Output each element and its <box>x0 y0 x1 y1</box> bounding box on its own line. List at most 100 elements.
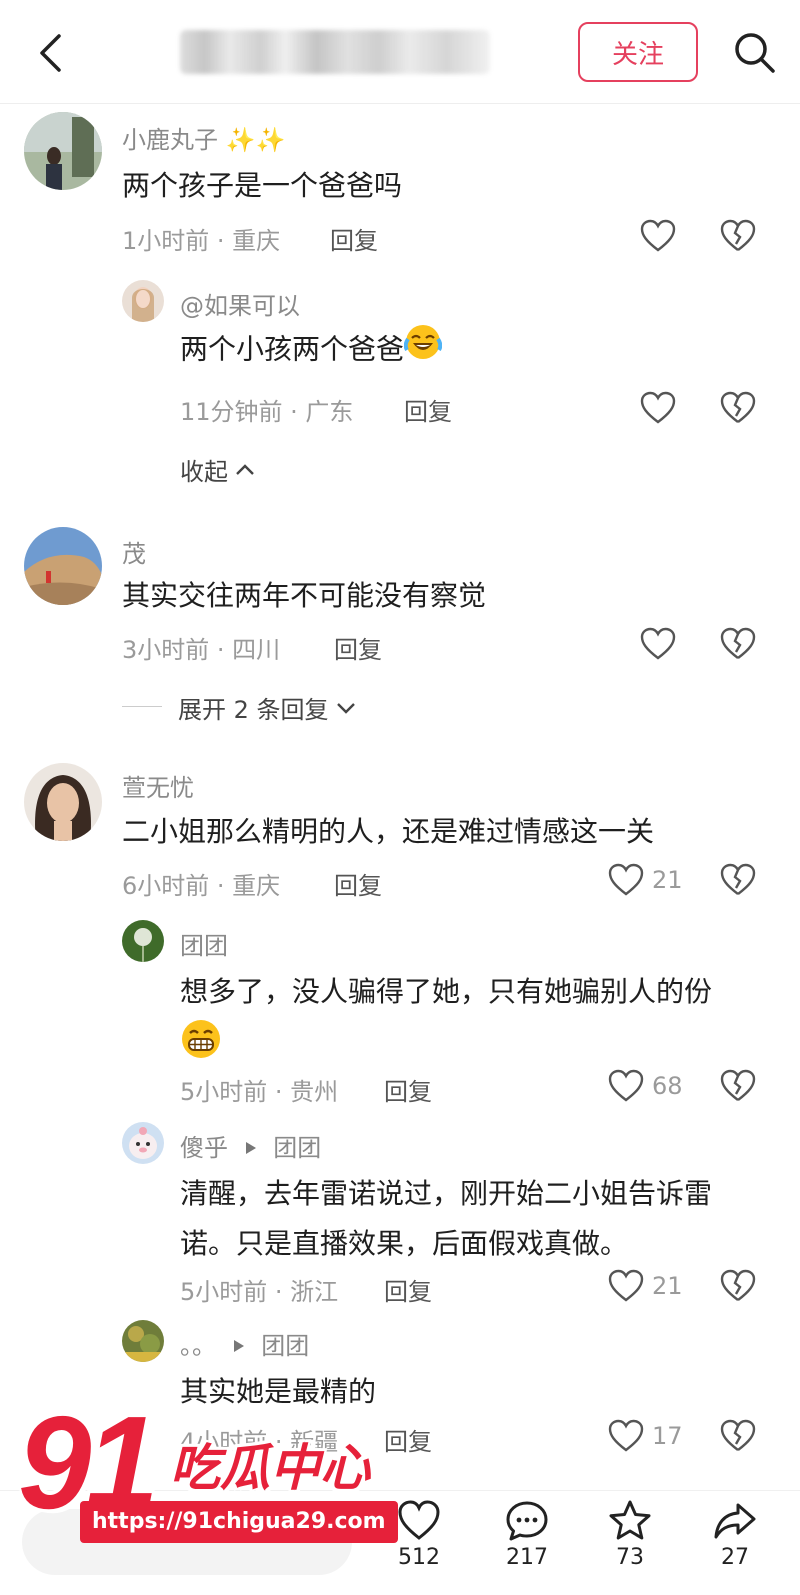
comment-username[interactable]: 茂 <box>122 534 146 569</box>
heart-icon <box>608 1269 644 1302</box>
reply-author[interactable]: 傻乎 <box>180 1134 228 1162</box>
laughing-crying-emoji <box>403 323 443 378</box>
comments-button[interactable]: 217 <box>492 1499 562 1570</box>
reply-button[interactable]: 回复 <box>384 1072 432 1107</box>
like-button[interactable]: 21 <box>608 1266 683 1306</box>
reply-username: 。。 团团 <box>180 1326 309 1361</box>
like-count: 68 <box>652 1072 683 1100</box>
broken-heart-icon <box>720 1269 756 1301</box>
dislike-button[interactable] <box>720 218 756 254</box>
like-count: 17 <box>652 1422 683 1450</box>
like-count: 21 <box>652 866 683 894</box>
search-button[interactable] <box>732 30 778 76</box>
reply-username[interactable]: 团团 <box>180 926 228 961</box>
comment-text: 两个孩子是一个爸爸吗 <box>122 169 403 202</box>
reply-button[interactable]: 回复 <box>330 221 378 256</box>
reply-text-line-2: 诺。只是直播效果，后面假戏真做。 <box>180 1227 629 1260</box>
dislike-button[interactable] <box>720 1268 756 1304</box>
reply-button[interactable]: 回复 <box>334 630 382 665</box>
comment-meta: 6小时前 · 重庆 <box>122 872 281 900</box>
blurred-account-title <box>180 30 490 74</box>
reply-target[interactable]: 团团 <box>273 1134 321 1162</box>
reply-button[interactable]: 回复 <box>384 1272 432 1307</box>
star-icon <box>609 1500 651 1540</box>
back-button[interactable] <box>30 28 70 78</box>
like-count: 21 <box>652 1272 683 1300</box>
comment-text: 二小姐那么精明的人，还是难过情感这一关 <box>122 815 655 848</box>
broken-heart-icon <box>720 863 756 895</box>
broken-heart-icon <box>720 1069 756 1101</box>
avatar[interactable] <box>24 527 102 605</box>
share-button[interactable]: 27 <box>700 1499 770 1570</box>
avatar[interactable] <box>122 920 164 962</box>
reply-username[interactable]: @如果可以 <box>180 286 300 321</box>
like-button[interactable]: 68 <box>608 1066 683 1106</box>
reply-meta: 11分钟前 · 广东 <box>180 398 354 426</box>
like-button[interactable]: 21 <box>608 860 683 900</box>
broken-heart-icon <box>720 219 756 251</box>
heart-icon <box>608 1419 644 1452</box>
grinning-emoji <box>180 1018 222 1064</box>
avatar[interactable] <box>24 112 102 190</box>
favorite-count: 73 <box>616 1545 644 1570</box>
share-count: 27 <box>721 1545 749 1570</box>
reply-button[interactable]: 回复 <box>404 392 452 427</box>
expand-divider <box>122 706 162 707</box>
reply-meta: 5小时前 · 浙江 <box>180 1278 339 1306</box>
comment-meta: 1小时前 · 重庆 <box>122 227 281 255</box>
avatar[interactable] <box>24 763 102 841</box>
avatar[interactable] <box>122 280 164 322</box>
expand-label: 展开 2 条回复 <box>178 696 329 724</box>
broken-heart-icon <box>720 1419 756 1451</box>
follow-button[interactable]: 关注 <box>578 22 698 82</box>
comment-meta: 3小时前 · 四川 <box>122 636 281 664</box>
watermark-url: https://91chigua29.com <box>80 1501 398 1543</box>
dislike-button[interactable] <box>720 1418 756 1454</box>
heart-icon <box>640 627 676 660</box>
avatar[interactable] <box>122 1122 164 1164</box>
collapse-label: 收起 <box>180 458 228 486</box>
broken-heart-icon <box>720 391 756 423</box>
watermark-name: 吃瓜中心 <box>170 1439 370 1497</box>
site-watermark: 91 吃瓜中心 https://91chigua29.com <box>10 1397 410 1573</box>
reply-text-line-1: 清醒，去年雷诺说过，刚开始二小姐告诉雷 <box>180 1177 713 1210</box>
dislike-button[interactable] <box>720 862 756 898</box>
top-bar: 关注 <box>0 0 800 104</box>
like-button[interactable] <box>640 624 676 664</box>
comment-username[interactable]: 小鹿丸子 ✨✨ <box>122 120 285 155</box>
dislike-button[interactable] <box>720 626 756 662</box>
share-arrow-icon <box>714 1503 756 1539</box>
reply-text-content: 两个小孩两个爸爸 <box>180 332 405 366</box>
reply-text: 想多了，没人骗得了她，只有她骗别人的份 <box>180 975 713 1008</box>
comment-text: 其实交往两年不可能没有察觉 <box>122 579 487 612</box>
expand-replies-button[interactable]: 展开 2 条回复 <box>178 690 357 725</box>
like-button[interactable] <box>640 388 676 428</box>
reply-text: 两个小孩两个爸爸 <box>180 323 443 378</box>
comment-bubble-icon <box>506 1501 548 1541</box>
dislike-button[interactable] <box>720 390 756 426</box>
reply-arrow-icon <box>245 1142 256 1154</box>
like-button[interactable] <box>640 216 676 256</box>
comment-username[interactable]: 萱无忧 <box>122 768 194 803</box>
reply-target[interactable]: 团团 <box>261 1332 309 1360</box>
heart-icon <box>640 219 676 252</box>
collapse-replies-button[interactable]: 收起 <box>180 452 256 487</box>
avatar[interactable] <box>122 1320 164 1362</box>
heart-icon <box>608 1069 644 1102</box>
heart-icon <box>640 391 676 424</box>
reply-username: 傻乎 团团 <box>180 1128 321 1163</box>
heart-icon <box>608 863 644 896</box>
reply-button[interactable]: 回复 <box>334 866 382 901</box>
comment-count: 217 <box>506 1545 548 1570</box>
like-button[interactable]: 17 <box>608 1416 683 1456</box>
dislike-button[interactable] <box>720 1068 756 1104</box>
reply-meta: 5小时前 · 贵州 <box>180 1078 339 1106</box>
search-icon <box>735 33 775 73</box>
back-arrow-icon <box>40 34 61 72</box>
broken-heart-icon <box>720 627 756 659</box>
chevron-down-icon <box>336 702 355 714</box>
favorite-button[interactable]: 73 <box>595 1499 665 1570</box>
reply-arrow-icon <box>233 1340 244 1352</box>
chevron-up-icon <box>236 463 254 475</box>
reply-author[interactable]: 。。 <box>180 1332 216 1360</box>
